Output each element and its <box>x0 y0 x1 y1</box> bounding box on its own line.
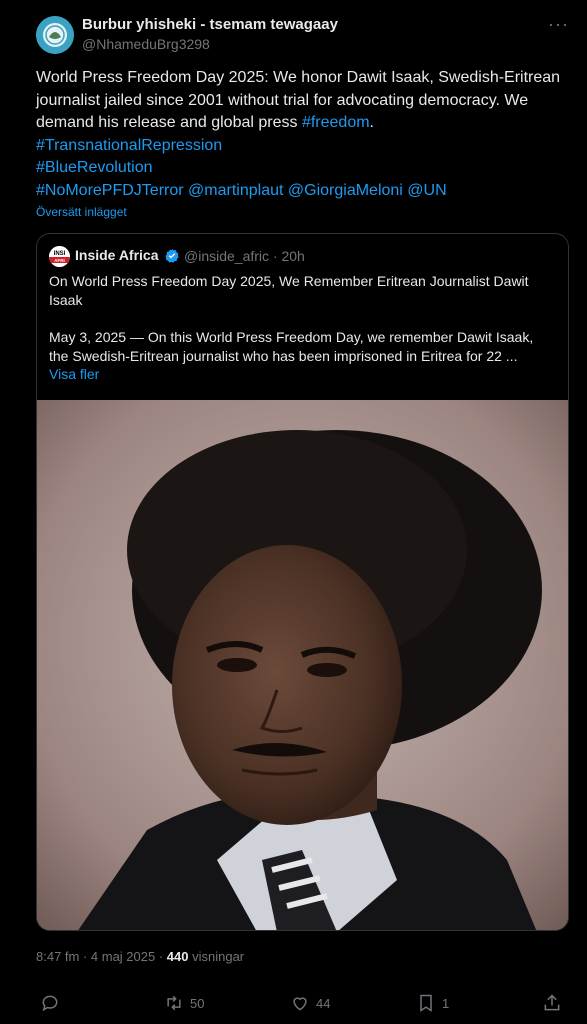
tweet-text-period: . <box>369 114 374 131</box>
svg-text:AFRI: AFRI <box>54 258 65 263</box>
author-avatar[interactable] <box>36 16 74 54</box>
portrait-image <box>37 400 568 930</box>
post-timestamp[interactable]: 8:47 fm · 4 maj 2025 · <box>36 949 167 964</box>
quoted-post-image[interactable] <box>37 400 568 930</box>
quoted-post-description: May 3, 2025 — On this World Press Freedo… <box>49 329 534 364</box>
views-label: visningar <box>188 949 245 964</box>
quoted-author-handle-time: @inside_afric · 20h <box>184 248 305 264</box>
quoted-post-title: On World Press Freedom Day 2025, We Reme… <box>49 273 529 308</box>
quoted-author-name[interactable]: Inside Africa <box>75 247 159 263</box>
inside-africa-logo-icon: INSI AFRI <box>49 246 70 267</box>
bookmark-button[interactable]: 1 <box>416 993 449 1013</box>
heart-icon <box>293 997 307 1011</box>
mention-martinplaut[interactable]: @martinplaut <box>188 182 283 199</box>
mention-un[interactable]: @UN <box>407 182 446 199</box>
hashtag-no-more-pfdj-terror[interactable]: #NoMorePFDJTerror <box>36 182 184 199</box>
hashtag-transnational-repression[interactable]: #TransnationalRepression <box>36 137 222 154</box>
bookmark-icon <box>420 994 432 1012</box>
quoted-author-avatar[interactable]: INSI AFRI <box>49 246 70 267</box>
show-more-link[interactable]: Visa fler <box>49 366 99 382</box>
tweet-text: World Press Freedom Day 2025: We honor D… <box>36 67 576 202</box>
tweet: Burbur yhisheki - tsemam tewagaay @Nhame… <box>0 0 587 1024</box>
action-bar: 50 44 1 <box>36 993 566 1017</box>
mention-giorgiameloni[interactable]: @GiorgiaMeloni <box>288 182 403 199</box>
quoted-post-card[interactable]: INSI AFRI Inside Africa @inside_afric · … <box>36 233 569 931</box>
retweet-count: 50 <box>190 995 205 1011</box>
author-name[interactable]: Burbur yhisheki - tsemam tewagaay <box>82 16 338 33</box>
tweet-text-main: World Press Freedom Day 2025: We honor D… <box>36 69 561 131</box>
translate-post-link[interactable]: Översätt inlägget <box>36 205 127 219</box>
share-icon <box>544 994 560 1011</box>
verified-badge-icon <box>165 249 179 263</box>
share-button[interactable] <box>542 993 562 1013</box>
post-meta: 8:47 fm · 4 maj 2025 · 440 visningar <box>36 949 244 964</box>
svg-text:INSI: INSI <box>54 251 66 257</box>
views-count: 440 <box>166 949 189 964</box>
reply-icon <box>42 995 58 1012</box>
emblem-avatar-icon <box>36 16 74 54</box>
hashtag-freedom[interactable]: #freedom <box>302 114 370 131</box>
author-handle[interactable]: @NhameduBrg3298 <box>82 36 210 52</box>
retweet-icon <box>167 995 181 1011</box>
like-button[interactable]: 44 <box>290 993 330 1013</box>
bookmark-count: 1 <box>442 995 450 1011</box>
hashtag-blue-revolution[interactable]: #BlueRevolution <box>36 159 153 176</box>
like-count: 44 <box>316 995 331 1011</box>
more-options-icon[interactable]: ··· <box>548 14 569 35</box>
retweet-button[interactable]: 50 <box>164 993 204 1013</box>
reply-button[interactable] <box>40 993 66 1013</box>
